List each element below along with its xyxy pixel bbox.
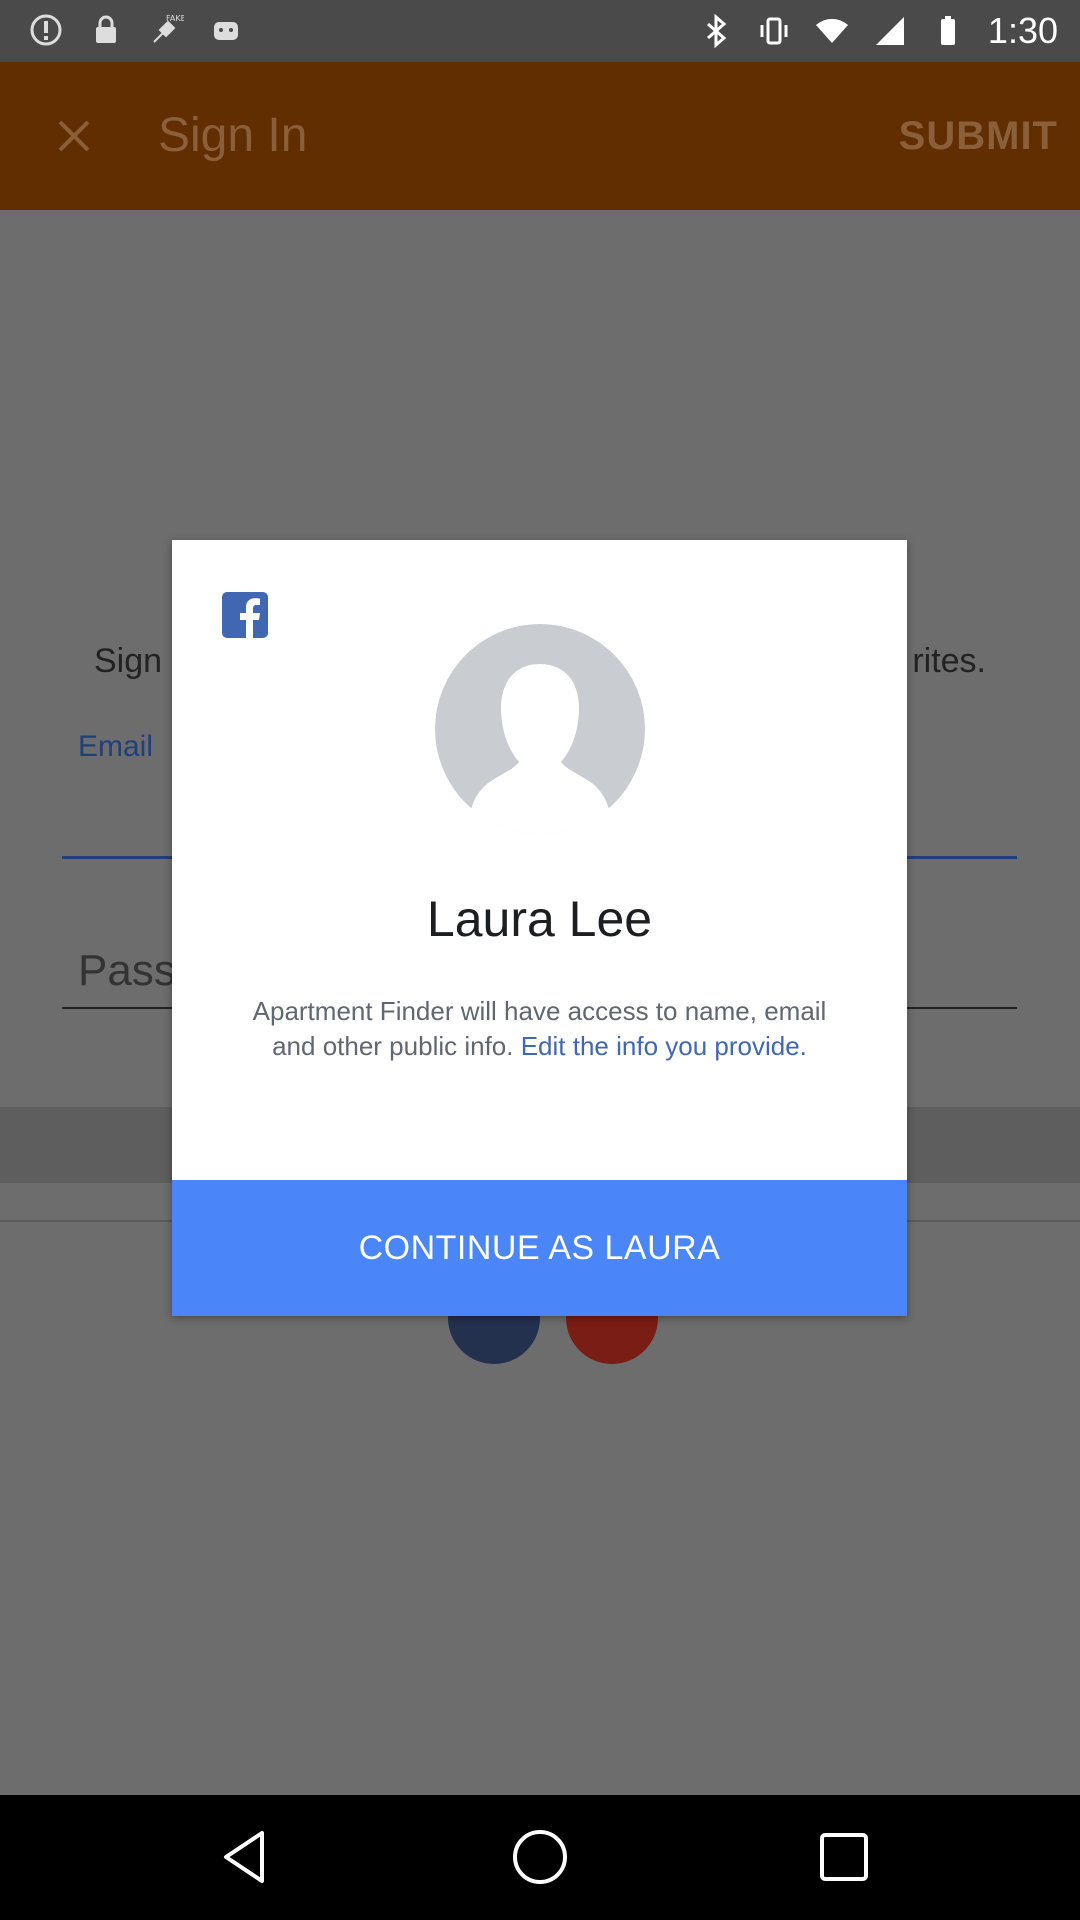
user-name: Laura Lee [426,891,653,947]
lock-icon [96,15,116,43]
permission-description: Apartment Finder will have access to nam… [242,994,837,1064]
bluetooth-icon [706,13,727,49]
user-silhouette-icon [435,624,645,834]
status-bar: FAKE 1:30 [0,0,1080,62]
navigation-bar [0,1795,1080,1920]
intro-text-end: rites. [912,642,986,680]
continue-button[interactable]: CONTINUE AS LAURA [172,1180,907,1316]
home-icon[interactable] [508,1825,572,1889]
vibrate-icon [760,17,788,45]
alert-circle-icon [30,14,62,46]
edit-info-link[interactable]: Edit the info you provide. [521,1031,807,1061]
submit-button[interactable]: SUBMIT [899,114,1058,159]
facebook-icon [222,592,268,638]
signal-icon [875,17,904,45]
svg-text:FAKE: FAKE [166,14,184,23]
battery-icon [940,16,955,45]
recents-icon[interactable] [812,1825,876,1889]
fake-gps-icon: FAKE [153,14,184,43]
intro-text-start: Sign [94,642,163,680]
email-field-label: Email [78,730,154,763]
close-icon[interactable] [52,114,96,158]
wifi-icon [815,18,848,43]
back-icon[interactable] [214,1825,278,1889]
page-title: Sign In [158,109,308,162]
facebook-login-dialog: Laura Lee Apartment Finder will have acc… [172,540,907,1316]
avatar [435,624,645,834]
status-time: 1:30 [987,10,1058,51]
password-field-placeholder: Pass [78,946,176,995]
android-icon [214,22,238,40]
app-bar: Sign In SUBMIT [0,62,1080,210]
